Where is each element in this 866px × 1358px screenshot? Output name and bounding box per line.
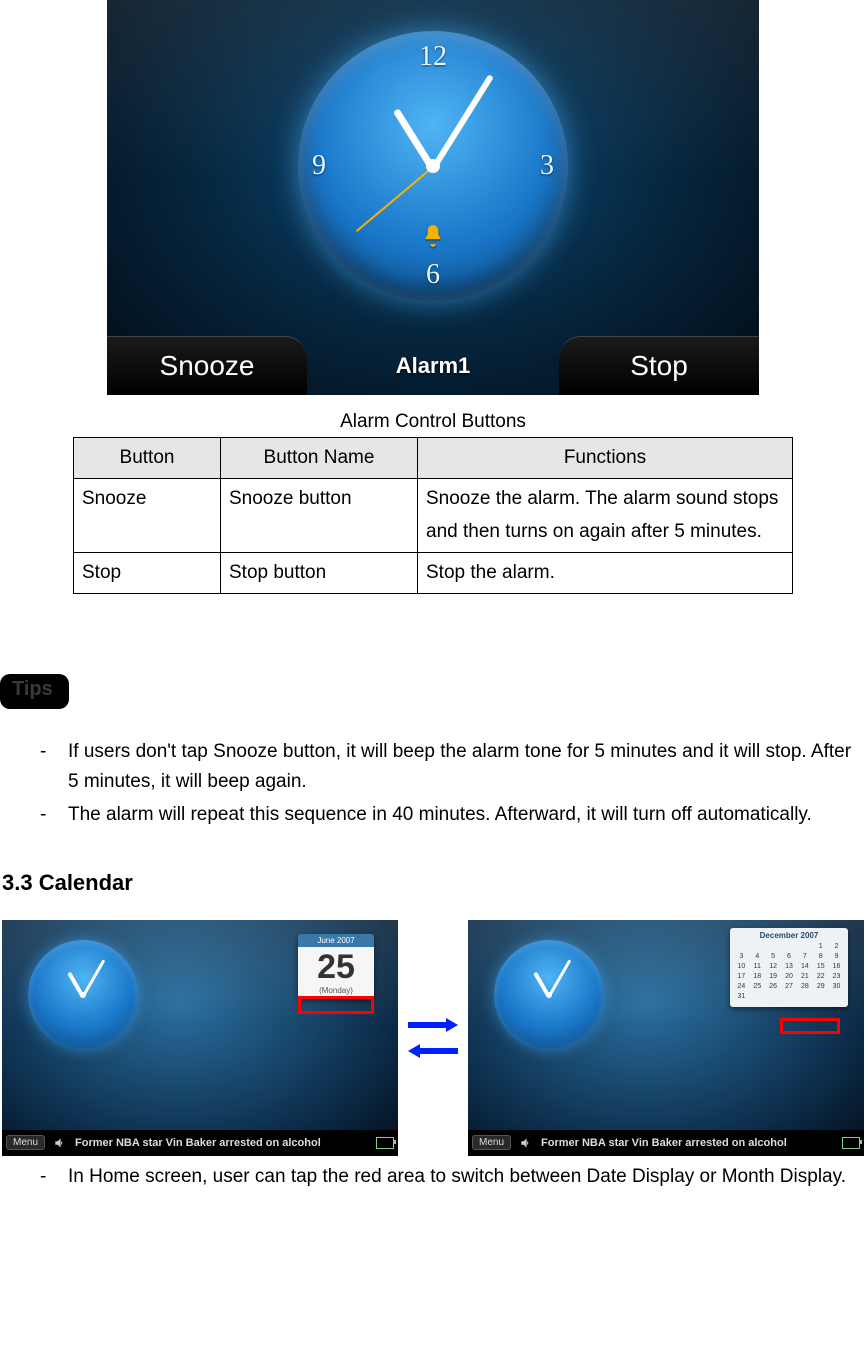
table-row: Snooze Snooze button Snooze the alarm. T… <box>74 479 793 553</box>
table-caption: Alarm Control Buttons <box>0 411 866 433</box>
swap-arrows <box>408 1018 458 1058</box>
hour-hand <box>533 971 550 997</box>
red-highlight-toggle[interactable] <box>780 1018 840 1034</box>
date-card-month: June 2007 <box>298 934 374 947</box>
speaker-icon <box>519 1136 533 1150</box>
calendar-notes: In Home screen, user can tap the red are… <box>0 1162 866 1191</box>
arrow-left-icon <box>408 1044 458 1058</box>
mini-clock <box>28 940 138 1050</box>
table-header-row: Button Button Name Functions <box>74 438 793 479</box>
tips-item: If users don't tap Snooze button, it wil… <box>40 737 862 796</box>
tips-list: If users don't tap Snooze button, it wil… <box>0 737 866 829</box>
date-card-day: 25 <box>298 947 374 986</box>
calendar-row: June 2007 25 (Monday) Menu Former NBA st… <box>0 920 866 1156</box>
red-highlight-toggle[interactable] <box>298 996 374 1014</box>
tips-badge: Tips <box>0 674 69 709</box>
month-grid: 12 3456789 10111213141516 17181920212223… <box>734 942 844 1002</box>
calendar-note-item: In Home screen, user can tap the red are… <box>40 1162 862 1191</box>
clock-pivot <box>426 159 440 173</box>
alarm-screenshot: 12 3 6 9 Snooze Alarm1 Stop <box>107 0 759 395</box>
hour-hand <box>67 971 84 997</box>
alarm-bottom-bar: Snooze Alarm1 Stop <box>107 323 759 395</box>
cell: Snooze the alarm. The alarm sound stops … <box>418 479 793 553</box>
th-functions: Functions <box>418 438 793 479</box>
calendar-screenshot-day: June 2007 25 (Monday) Menu Former NBA st… <box>2 920 398 1156</box>
clock-number-9: 9 <box>312 150 326 182</box>
month-card[interactable]: December 2007 12 3456789 10111213141516 … <box>730 928 848 1008</box>
cell: Stop button <box>221 552 418 593</box>
stop-button[interactable]: Stop <box>559 336 759 395</box>
menu-button[interactable]: Menu <box>472 1135 511 1150</box>
status-bar: Menu Former NBA star Vin Baker arrested … <box>468 1130 864 1156</box>
section-heading-calendar: 3.3 Calendar <box>2 870 866 896</box>
th-button: Button <box>74 438 221 479</box>
menu-button[interactable]: Menu <box>6 1135 45 1150</box>
minute-hand <box>82 959 106 997</box>
status-bar: Menu Former NBA star Vin Baker arrested … <box>2 1130 398 1156</box>
cell: Stop <box>74 552 221 593</box>
mini-clock <box>494 940 604 1050</box>
clock-face: 12 3 6 9 <box>298 31 568 301</box>
battery-icon <box>842 1137 860 1149</box>
speaker-icon <box>53 1136 67 1150</box>
month-card-header: December 2007 <box>734 931 844 940</box>
news-ticker: Former NBA star Vin Baker arrested on al… <box>541 1137 834 1149</box>
minute-hand <box>548 959 572 997</box>
date-card[interactable]: June 2007 25 (Monday) <box>298 934 374 999</box>
alarm-name-label: Alarm1 <box>307 353 559 395</box>
table-row: Stop Stop button Stop the alarm. <box>74 552 793 593</box>
clock-number-3: 3 <box>540 150 554 182</box>
bell-icon <box>420 223 446 249</box>
clock-number-12: 12 <box>419 41 447 73</box>
cell: Snooze <box>74 479 221 553</box>
calendar-screenshot-month: December 2007 12 3456789 10111213141516 … <box>468 920 864 1156</box>
alarm-buttons-table: Button Button Name Functions Snooze Snoo… <box>73 437 793 594</box>
clock-number-6: 6 <box>426 259 440 291</box>
cell: Stop the alarm. <box>418 552 793 593</box>
tips-item: The alarm will repeat this sequence in 4… <box>40 800 862 829</box>
cell: Snooze button <box>221 479 418 553</box>
snooze-button[interactable]: Snooze <box>107 336 307 395</box>
minute-hand <box>430 74 493 170</box>
arrow-right-icon <box>408 1018 458 1032</box>
battery-icon <box>376 1137 394 1149</box>
news-ticker: Former NBA star Vin Baker arrested on al… <box>75 1137 368 1149</box>
th-button-name: Button Name <box>221 438 418 479</box>
